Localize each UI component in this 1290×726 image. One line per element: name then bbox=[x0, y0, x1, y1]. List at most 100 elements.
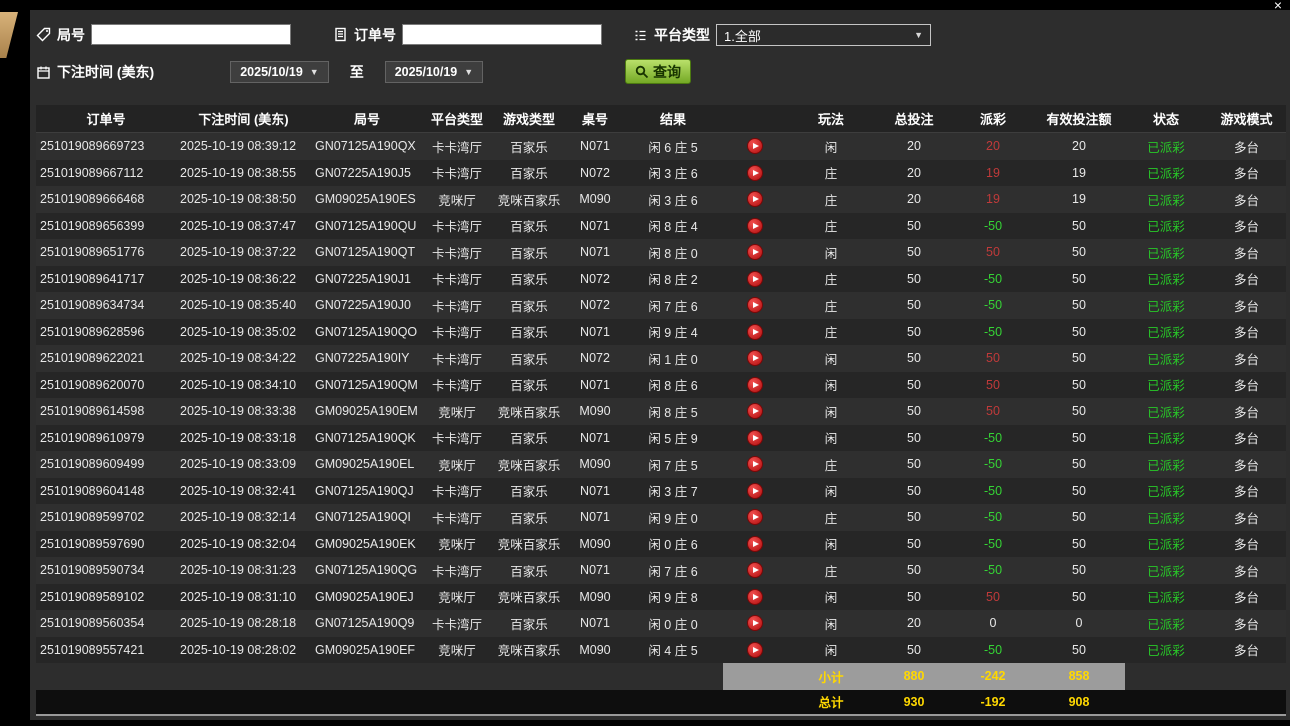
order-id-cell: 251019089634734 bbox=[36, 292, 176, 319]
table-row[interactable]: 251019089656399 2025-10-19 08:37:47 GN07… bbox=[36, 213, 1286, 240]
bet-time-cell: 2025-10-19 08:34:22 bbox=[176, 345, 311, 372]
play-icon[interactable] bbox=[747, 350, 763, 366]
play-icon[interactable] bbox=[747, 536, 763, 552]
table-row[interactable]: 251019089610979 2025-10-19 08:33:18 GN07… bbox=[36, 425, 1286, 452]
play-icon[interactable] bbox=[747, 589, 763, 605]
valid-bet-cell: 50 bbox=[1033, 372, 1125, 399]
column-header: 桌号 bbox=[567, 105, 623, 132]
round-id-cell: GN07125A190QO bbox=[311, 319, 423, 346]
play-icon[interactable] bbox=[747, 138, 763, 154]
play-icon[interactable] bbox=[747, 324, 763, 340]
play-icon[interactable] bbox=[747, 403, 763, 419]
play-icon[interactable] bbox=[747, 271, 763, 287]
payout-cell: 50 bbox=[953, 372, 1033, 399]
table-no-cell: N072 bbox=[567, 345, 623, 372]
empty-cell bbox=[623, 663, 723, 690]
result-cell: 闲 5 庄 9 bbox=[623, 425, 723, 452]
table-no-cell: N071 bbox=[567, 504, 623, 531]
replay-cell bbox=[723, 557, 787, 584]
column-header: 状态 bbox=[1125, 105, 1207, 132]
table-row[interactable]: 251019089590734 2025-10-19 08:31:23 GN07… bbox=[36, 557, 1286, 584]
play-icon[interactable] bbox=[747, 191, 763, 207]
valid-bet-cell: 0 bbox=[1033, 610, 1125, 637]
table-row[interactable]: 251019089669723 2025-10-19 08:39:12 GN07… bbox=[36, 133, 1286, 160]
payout-cell: -50 bbox=[953, 504, 1033, 531]
table-row[interactable]: 251019089560354 2025-10-19 08:28:18 GN07… bbox=[36, 610, 1286, 637]
column-header: 局号 bbox=[311, 105, 423, 132]
table-row[interactable]: 251019089604148 2025-10-19 08:32:41 GN07… bbox=[36, 478, 1286, 505]
play-icon[interactable] bbox=[747, 244, 763, 260]
bet-time-cell: 2025-10-19 08:28:18 bbox=[176, 610, 311, 637]
play-icon[interactable] bbox=[747, 642, 763, 658]
table-row[interactable]: 251019089620070 2025-10-19 08:34:10 GN07… bbox=[36, 372, 1286, 399]
play-type-cell: 庄 bbox=[787, 292, 875, 319]
replay-cell bbox=[723, 160, 787, 187]
order-filter-group: 订单号 bbox=[333, 24, 602, 45]
play-icon[interactable] bbox=[747, 297, 763, 313]
play-icon[interactable] bbox=[747, 562, 763, 578]
table-row[interactable]: 251019089634734 2025-10-19 08:35:40 GN07… bbox=[36, 292, 1286, 319]
platform-cell: 竞咪厅 bbox=[423, 637, 491, 664]
platform-cell: 卡卡湾厅 bbox=[423, 160, 491, 187]
order-id-cell: 251019089590734 bbox=[36, 557, 176, 584]
bet-time-cell: 2025-10-19 08:37:22 bbox=[176, 239, 311, 266]
table-row[interactable]: 251019089628596 2025-10-19 08:35:02 GN07… bbox=[36, 319, 1286, 346]
play-type-cell: 闲 bbox=[787, 637, 875, 664]
order-id-cell: 251019089614598 bbox=[36, 398, 176, 425]
game-type-cell: 百家乐 bbox=[491, 425, 567, 452]
payout-cell: -50 bbox=[953, 531, 1033, 558]
order-input[interactable] bbox=[402, 24, 602, 45]
valid-bet-cell: 20 bbox=[1033, 133, 1125, 160]
play-icon[interactable] bbox=[747, 165, 763, 181]
total-bet-cell: 50 bbox=[875, 504, 953, 531]
table-row[interactable]: 251019089599702 2025-10-19 08:32:14 GN07… bbox=[36, 504, 1286, 531]
total-bet-cell: 20 bbox=[875, 610, 953, 637]
round-id-cell: GN07125A190QT bbox=[311, 239, 423, 266]
status-badge: 已派彩 bbox=[1125, 319, 1207, 346]
result-cell: 闲 9 庄 4 bbox=[623, 319, 723, 346]
platform-cell: 卡卡湾厅 bbox=[423, 372, 491, 399]
play-icon[interactable] bbox=[747, 456, 763, 472]
table-row[interactable]: 251019089666468 2025-10-19 08:38:50 GM09… bbox=[36, 186, 1286, 213]
round-id-cell: GN07125A190QX bbox=[311, 133, 423, 160]
status-badge: 已派彩 bbox=[1125, 584, 1207, 611]
search-button-label: 查询 bbox=[653, 62, 681, 82]
play-icon[interactable] bbox=[747, 509, 763, 525]
play-icon[interactable] bbox=[747, 615, 763, 631]
table-row[interactable]: 251019089557421 2025-10-19 08:28:02 GM09… bbox=[36, 637, 1286, 664]
round-input[interactable] bbox=[91, 24, 291, 45]
table-no-cell: N071 bbox=[567, 239, 623, 266]
round-id-cell: GN07125A190QI bbox=[311, 504, 423, 531]
play-icon[interactable] bbox=[747, 377, 763, 393]
table-row[interactable]: 251019089651776 2025-10-19 08:37:22 GN07… bbox=[36, 239, 1286, 266]
table-row[interactable]: 251019089667112 2025-10-19 08:38:55 GN07… bbox=[36, 160, 1286, 187]
play-icon[interactable] bbox=[747, 218, 763, 234]
table-row[interactable]: 251019089609499 2025-10-19 08:33:09 GM09… bbox=[36, 451, 1286, 478]
table-row[interactable]: 251019089589102 2025-10-19 08:31:10 GM09… bbox=[36, 584, 1286, 611]
play-icon[interactable] bbox=[747, 483, 763, 499]
result-cell: 闲 3 庄 6 bbox=[623, 160, 723, 187]
search-button[interactable]: 查询 bbox=[625, 59, 691, 84]
play-icon[interactable] bbox=[747, 430, 763, 446]
table-row[interactable]: 251019089641717 2025-10-19 08:36:22 GN07… bbox=[36, 266, 1286, 293]
table-no-cell: N071 bbox=[567, 478, 623, 505]
table-row[interactable]: 251019089622021 2025-10-19 08:34:22 GN07… bbox=[36, 345, 1286, 372]
date-to-picker[interactable]: 2025/10/19 ▼ bbox=[385, 61, 483, 83]
platform-select[interactable]: 1.全部 ▼ bbox=[716, 24, 931, 46]
play-type-cell: 庄 bbox=[787, 266, 875, 293]
date-from-picker[interactable]: 2025/10/19 ▼ bbox=[230, 61, 328, 83]
table-row[interactable]: 251019089614598 2025-10-19 08:33:38 GM09… bbox=[36, 398, 1286, 425]
status-badge: 已派彩 bbox=[1125, 372, 1207, 399]
table-row[interactable]: 251019089597690 2025-10-19 08:32:04 GM09… bbox=[36, 531, 1286, 558]
order-id-cell: 251019089589102 bbox=[36, 584, 176, 611]
chevron-down-icon: ▼ bbox=[310, 67, 319, 77]
game-mode-cell: 多台 bbox=[1207, 319, 1286, 346]
bet-history-panel: 局号 订单号 平台类型 1.全部 ▼ bbox=[30, 10, 1290, 720]
status-badge: 已派彩 bbox=[1125, 292, 1207, 319]
result-cell: 闲 3 庄 6 bbox=[623, 186, 723, 213]
subtotal-payout: -242 bbox=[953, 663, 1033, 690]
column-header: 游戏类型 bbox=[491, 105, 567, 132]
replay-cell bbox=[723, 345, 787, 372]
bet-time-cell: 2025-10-19 08:33:38 bbox=[176, 398, 311, 425]
platform-cell: 卡卡湾厅 bbox=[423, 319, 491, 346]
